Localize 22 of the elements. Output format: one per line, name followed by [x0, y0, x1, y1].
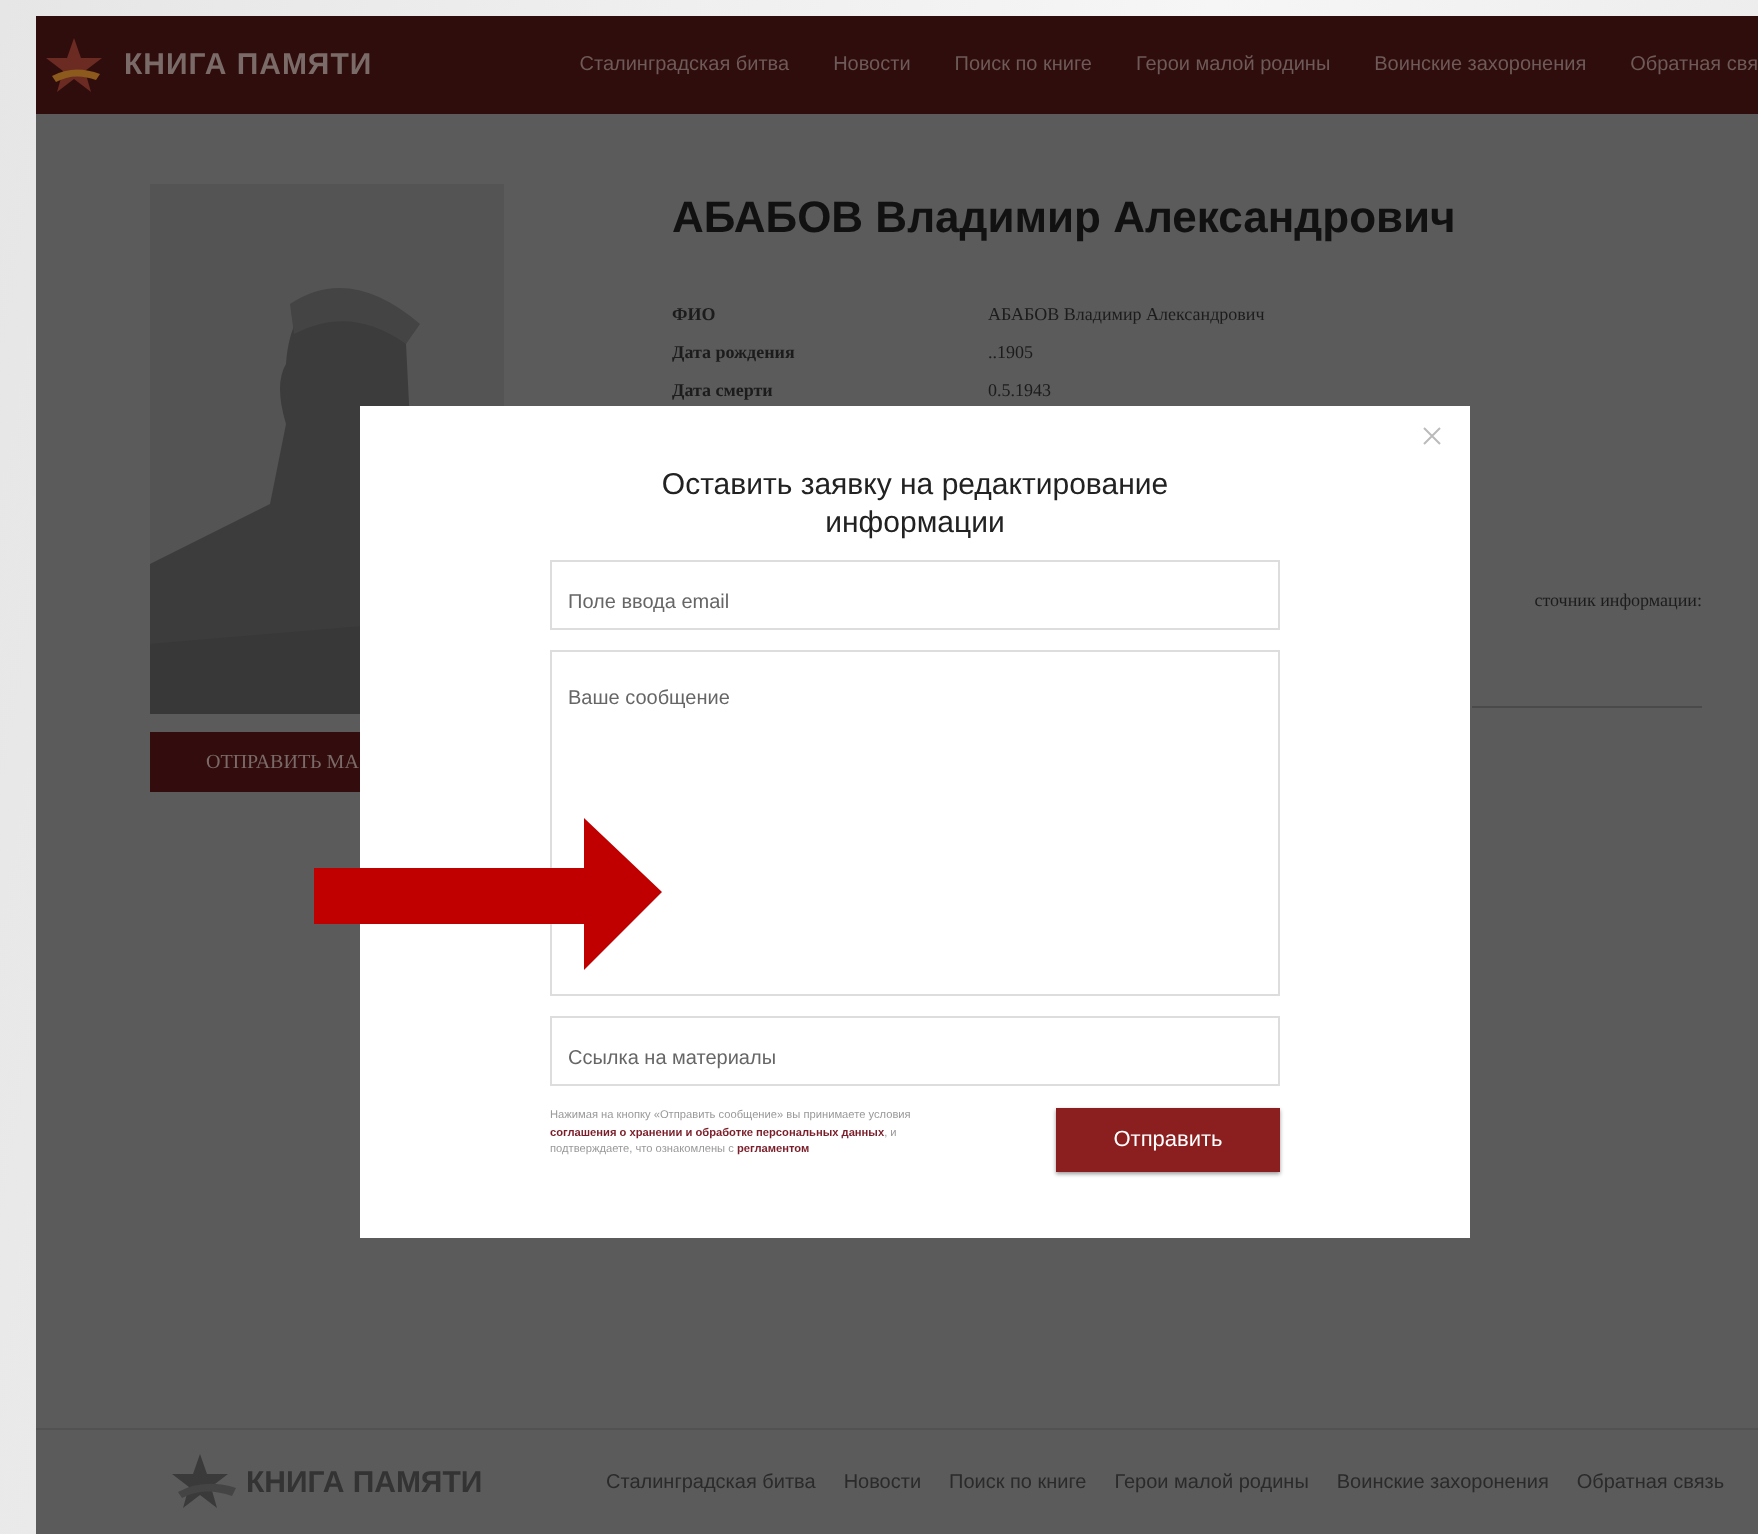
nav-link[interactable]: Обратная свя	[1630, 54, 1758, 76]
field-label: Дата смерти	[672, 380, 775, 404]
field-label: Дата рождения	[672, 342, 797, 366]
field-value: АБАБОВ Владимир Александрович	[988, 304, 1265, 328]
submit-button[interactable]: Отправить	[1056, 1108, 1280, 1172]
nav-link[interactable]: Новости	[833, 54, 911, 76]
source-label: сточник информации:	[1534, 590, 1702, 610]
close-icon[interactable]	[1422, 426, 1442, 446]
nav-link[interactable]: Герои малой родины	[1136, 54, 1331, 76]
field-label: ФИО	[672, 304, 718, 328]
star-logo-icon	[170, 1452, 238, 1512]
nav-link[interactable]: Сталинградская битва	[579, 54, 790, 76]
site-logo-text[interactable]: КНИГА ПАМЯТИ	[124, 48, 373, 82]
star-logo-icon	[44, 35, 104, 95]
field-value: 0.5.1943	[988, 380, 1051, 404]
nav-link[interactable]: Поиск по книге	[954, 54, 1092, 76]
person-name-heading: АБАБОВ Владимир Александрович	[672, 192, 1458, 244]
dialog-title: Оставить заявку на редактирование информации	[659, 466, 1171, 542]
field-value: ..1905	[988, 342, 1033, 366]
nav-link[interactable]: Воинские захоронения	[1374, 54, 1587, 76]
input-field[interactable]: Ссылка на материалы	[550, 1016, 1280, 1086]
input-field[interactable]: Поле ввода email	[550, 560, 1280, 630]
